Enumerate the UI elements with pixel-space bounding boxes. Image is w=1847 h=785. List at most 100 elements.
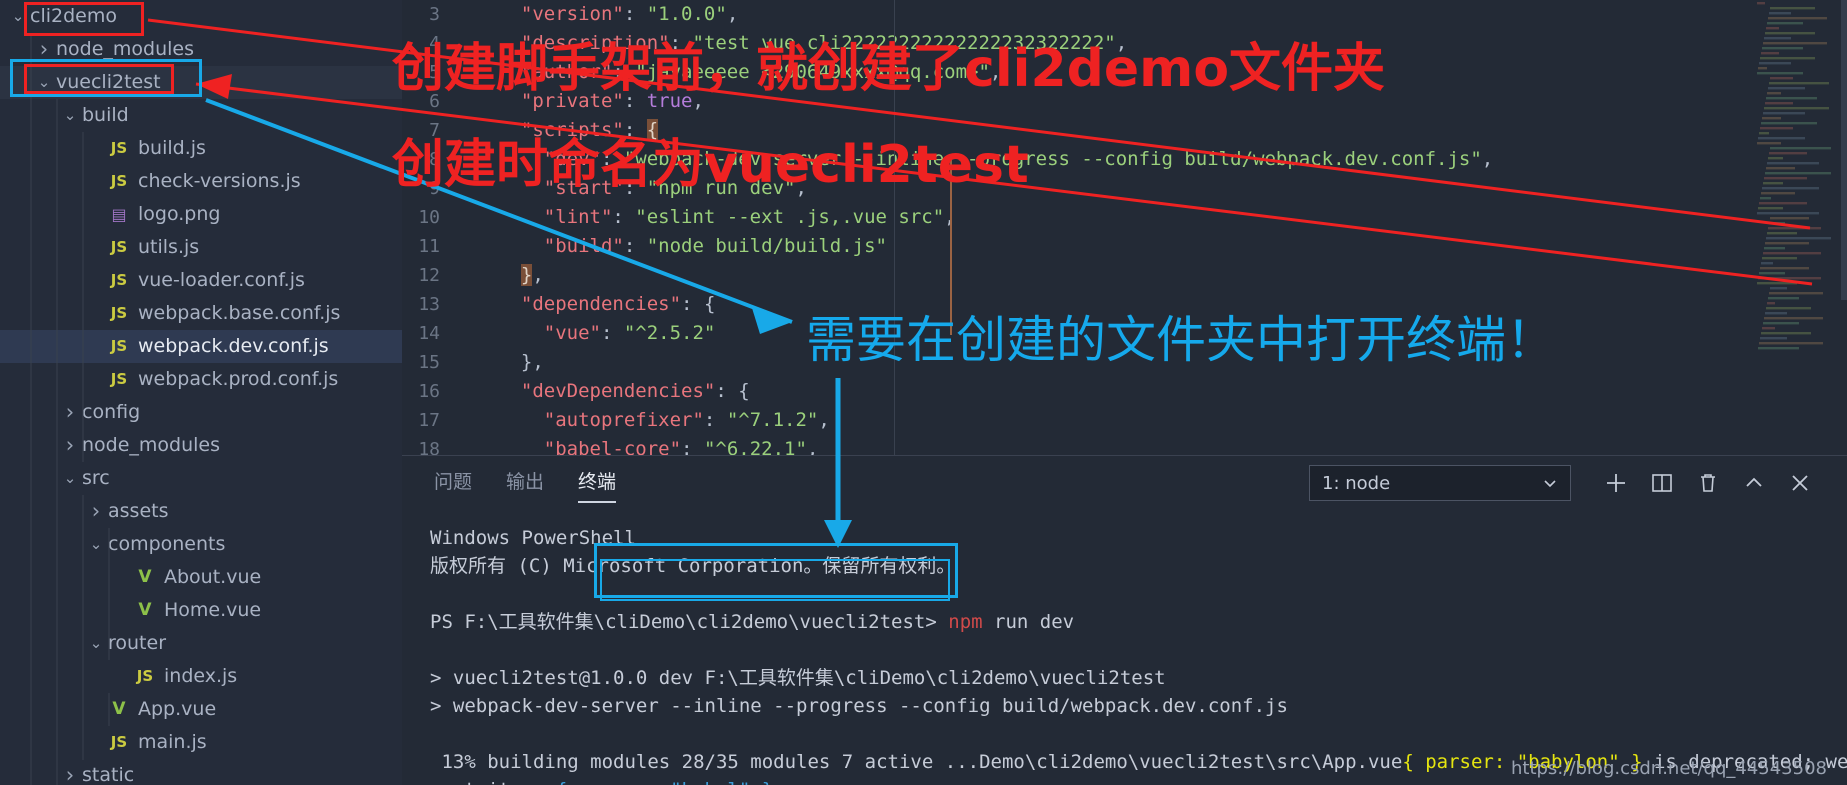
- tree-item-label: static: [82, 764, 135, 785]
- line-number: 11: [418, 236, 440, 257]
- tree-item-main-js[interactable]: JS main.js: [0, 726, 402, 759]
- terminal-line: PS F:\工具软件集\cliDemo\cli2demo\vuecli2test…: [430, 611, 1075, 633]
- code-line[interactable]: 11 "build": "node build/build.js": [402, 232, 1847, 261]
- tree-item-label: build: [82, 104, 129, 126]
- tree-item-src[interactable]: ⌄ src: [0, 462, 402, 495]
- maximize-panel-button[interactable]: [1731, 463, 1777, 503]
- chevron-down-icon: [1544, 480, 1556, 488]
- js-file-icon: JS: [110, 271, 128, 289]
- vue-file-icon: V: [138, 600, 152, 620]
- tree-item-utils-js[interactable]: JS utils.js: [0, 231, 402, 264]
- line-number: 13: [418, 294, 440, 315]
- file-tree[interactable]: ⌄ cli2demo › node_modules ⌄ vuecli2test ⌄ build…: [0, 0, 402, 785]
- code-line[interactable]: 3 "version": "1.0.0",: [402, 0, 1847, 29]
- code-line[interactable]: 17 "autoprefixer": "^7.1.2",: [402, 406, 1847, 435]
- chevron-right-icon[interactable]: ›: [60, 396, 80, 429]
- new-terminal-button[interactable]: [1593, 463, 1639, 503]
- tree-item-webpack-base-conf-js[interactable]: JS webpack.base.conf.js: [0, 297, 402, 330]
- tree-item-webpack-prod-conf-js[interactable]: JS webpack.prod.conf.js: [0, 363, 402, 396]
- tree-item-label: components: [108, 533, 226, 555]
- code-line[interactable]: 16 "devDependencies": {: [402, 377, 1847, 406]
- js-file-icon: JS: [110, 139, 128, 157]
- tree-item-label: assets: [108, 500, 169, 522]
- tree-item-label: config: [82, 401, 141, 423]
- tree-item-config[interactable]: › config: [0, 396, 402, 429]
- kill-terminal-button[interactable]: [1685, 463, 1731, 503]
- vscode-window: ⌄ cli2demo › node_modules ⌄ vuecli2test ⌄ build…: [0, 0, 1847, 785]
- editor-minimap[interactable]: [1753, 0, 1831, 455]
- minimap-slider[interactable]: [1841, 0, 1847, 300]
- code-text: "version": "1.0.0",: [520, 3, 739, 25]
- panel-header[interactable]: 问题 输出 终端 1: node: [402, 456, 1847, 510]
- code-text: },: [520, 264, 544, 286]
- tree-item-label: webpack.base.conf.js: [138, 302, 341, 324]
- tree-item-label: check-versions.js: [138, 170, 301, 192]
- tree-item-webpack-dev-conf-js[interactable]: JS webpack.dev.conf.js: [0, 330, 402, 363]
- chevron-down-icon[interactable]: ⌄: [60, 99, 80, 132]
- js-file-icon: JS: [110, 337, 128, 355]
- line-number: 12: [418, 265, 440, 286]
- tree-item-label: node_modules: [82, 434, 221, 456]
- chevron-right-icon[interactable]: ›: [86, 495, 106, 528]
- file-explorer-sidebar[interactable]: ⌄ cli2demo › node_modules ⌄ vuecli2test ⌄ build…: [0, 0, 402, 785]
- line-number: 14: [418, 323, 440, 344]
- tree-item-label: utils.js: [138, 236, 200, 258]
- panel-tab-0[interactable]: 问题: [434, 467, 472, 499]
- annotation-text-red-2: 创建时命名为vuecli2test: [392, 135, 1029, 195]
- tree-item-index-js[interactable]: JS index.js: [0, 660, 402, 693]
- tree-item-home-vue[interactable]: V Home.vue: [0, 594, 402, 627]
- code-line[interactable]: 10 "lint": "eslint --ext .js,.vue src",: [402, 203, 1847, 232]
- terminal-selector-dropdown[interactable]: 1: node: [1309, 465, 1571, 501]
- code-line[interactable]: 12 },: [402, 261, 1847, 290]
- tree-item-build-js[interactable]: JS build.js: [0, 132, 402, 165]
- js-file-icon: JS: [110, 238, 128, 256]
- code-text: "vue": "^2.5.2": [543, 322, 716, 344]
- tree-item-vue-loader-conf-js[interactable]: JS vue-loader.conf.js: [0, 264, 402, 297]
- split-terminal-button[interactable]: [1639, 463, 1685, 503]
- tree-item-router[interactable]: ⌄ router: [0, 627, 402, 660]
- code-text: },: [520, 351, 544, 373]
- tree-item-about-vue[interactable]: V About.vue: [0, 561, 402, 594]
- code-text: "autoprefixer": "^7.1.2",: [543, 409, 830, 431]
- code-text: "babel-core": "^6.22.1",: [543, 438, 819, 455]
- tree-item-node-modules[interactable]: › node_modules: [0, 429, 402, 462]
- tree-item-logo-png[interactable]: ▤ logo.png: [0, 198, 402, 231]
- chevron-right-icon[interactable]: ›: [60, 429, 80, 462]
- line-number: 16: [418, 381, 440, 402]
- tree-item-assets[interactable]: › assets: [0, 495, 402, 528]
- chevron-down-icon[interactable]: ⌄: [60, 462, 80, 495]
- tree-item-check-versions-js[interactable]: JS check-versions.js: [0, 165, 402, 198]
- js-file-icon: JS: [136, 667, 154, 685]
- js-file-icon: JS: [110, 172, 128, 190]
- highlight-box-terminal-path-inner: [600, 559, 950, 601]
- close-panel-button[interactable]: [1777, 463, 1823, 503]
- code-line[interactable]: 18 "babel-core": "^6.22.1",: [402, 435, 1847, 455]
- highlight-box-cli2demo: [24, 2, 144, 36]
- annotation-text-red-1: 创建脚手架前，就创建了cli2demo文件夹: [392, 39, 1386, 99]
- chevron-right-icon[interactable]: ›: [60, 759, 80, 785]
- panel-tabs[interactable]: 问题 输出 终端: [434, 467, 650, 503]
- vue-file-icon: V: [112, 699, 126, 719]
- tree-item-static[interactable]: › static: [0, 759, 402, 785]
- line-number: 3: [429, 4, 440, 25]
- chevron-down-icon[interactable]: ⌄: [86, 627, 106, 660]
- tree-item-label: webpack.dev.conf.js: [138, 335, 329, 357]
- tree-item-label: App.vue: [138, 698, 217, 720]
- js-file-icon: JS: [110, 304, 128, 322]
- bottom-panel[interactable]: 问题 输出 终端 1: node Windows PowerShell 版权所有…: [402, 455, 1847, 785]
- panel-tab-1[interactable]: 输出: [506, 467, 544, 499]
- panel-actions[interactable]: 1: node: [1309, 463, 1823, 503]
- vue-file-icon: V: [138, 567, 152, 587]
- highlight-box-vuecli2test-inner: [24, 64, 174, 94]
- tree-item-components[interactable]: ⌄ components: [0, 528, 402, 561]
- tree-item-app-vue[interactable]: V App.vue: [0, 693, 402, 726]
- tree-item-label: About.vue: [164, 566, 262, 588]
- panel-tab-2[interactable]: 终端: [578, 467, 617, 503]
- terminal-line: > webpack-dev-server --inline --progress…: [430, 695, 1288, 717]
- line-number: 17: [418, 410, 440, 431]
- tree-item-build[interactable]: ⌄ build: [0, 99, 402, 132]
- chevron-down-icon[interactable]: ⌄: [86, 528, 106, 561]
- tree-item-label: build.js: [138, 137, 206, 159]
